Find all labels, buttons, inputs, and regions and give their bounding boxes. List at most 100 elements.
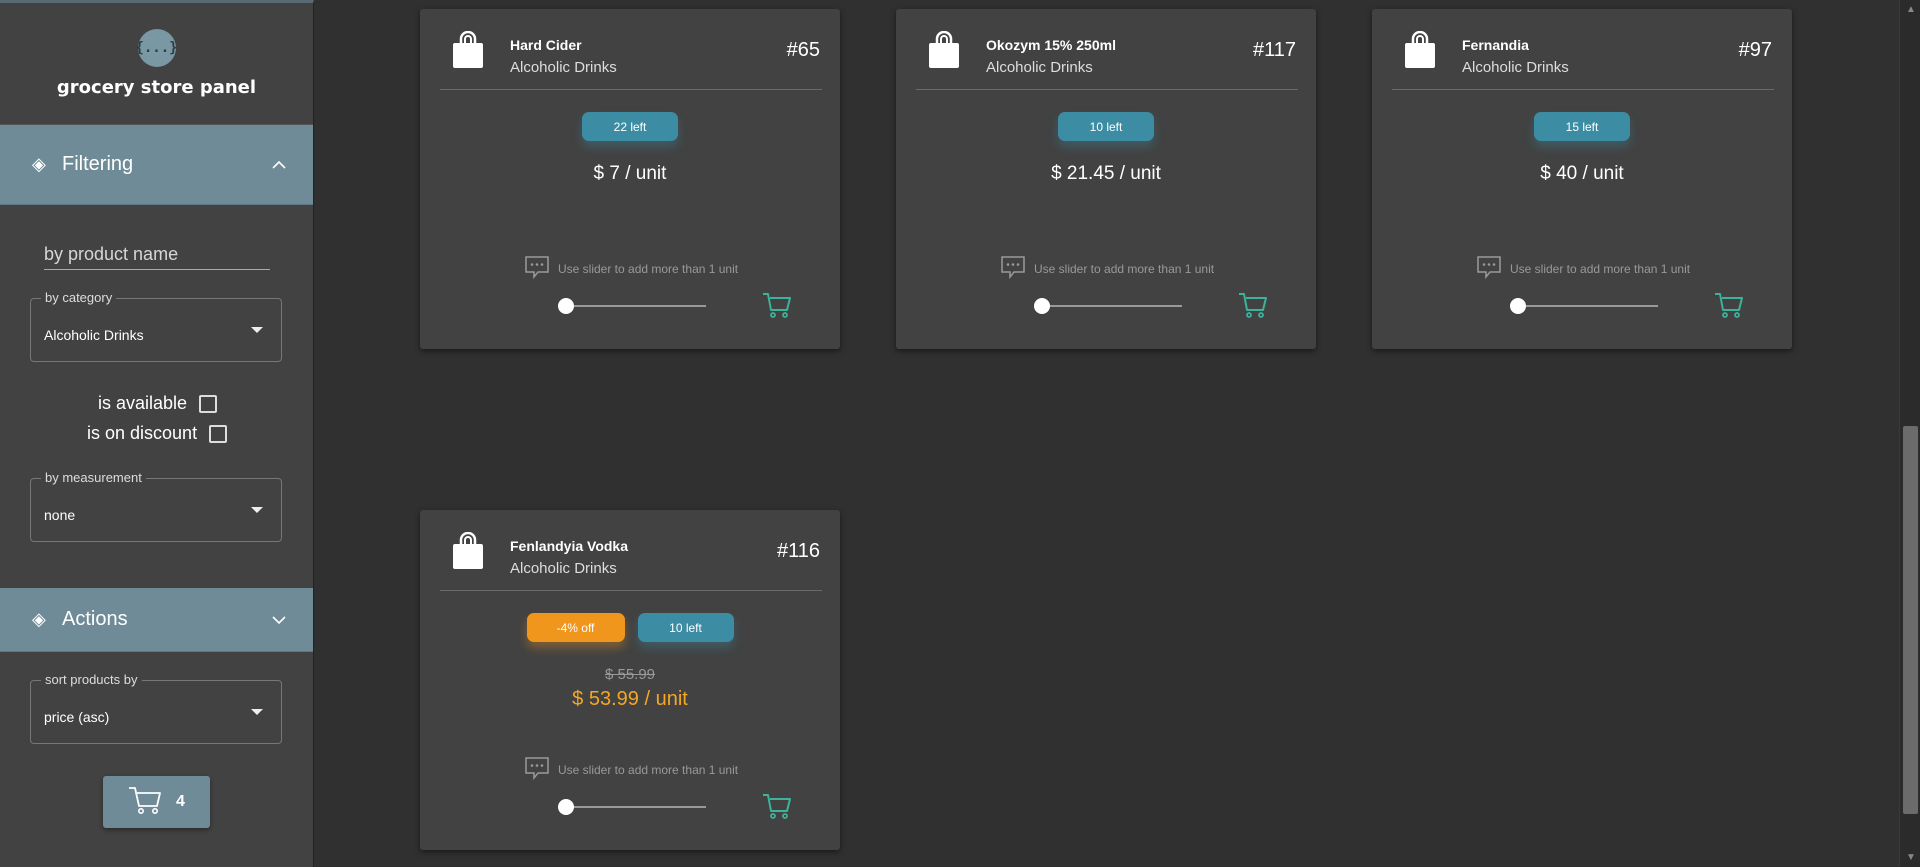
- chevron-down-icon: [269, 612, 289, 628]
- sort-select[interactable]: sort products by price (asc): [30, 672, 282, 744]
- slider-hint-text: Use slider to add more than 1 unit: [558, 261, 739, 276]
- shopping-bag-icon: [452, 531, 484, 575]
- category-select-value: Alcoholic Drinks: [44, 327, 144, 343]
- message-dots-icon: [524, 255, 550, 282]
- stock-badge: 15 left: [1534, 112, 1630, 141]
- slider-thumb[interactable]: [558, 799, 574, 815]
- product-price: $ 21.45 / unit: [1051, 163, 1161, 184]
- scroll-up-icon[interactable]: ▲: [1906, 4, 1916, 15]
- product-id: #65: [786, 39, 820, 61]
- slider-thumb[interactable]: [1034, 298, 1050, 314]
- message-dots-icon: [1476, 255, 1502, 282]
- logo-area: {...} grocery store panel: [0, 3, 313, 125]
- is-on-discount-row: is on discount: [87, 423, 228, 444]
- slider-hint-text: Use slider to add more than 1 unit: [1034, 261, 1215, 276]
- slider-thumb[interactable]: [558, 298, 574, 314]
- quantity-slider[interactable]: [558, 298, 706, 314]
- quantity-slider[interactable]: [558, 799, 706, 815]
- discounted-price: $ 53.99 / unit: [572, 688, 688, 710]
- card-divider: [916, 89, 1298, 90]
- sort-select-legend: sort products by: [41, 672, 142, 687]
- filtering-section-header[interactable]: ◈ Filtering: [0, 125, 313, 205]
- is-on-discount-label: is on discount: [87, 423, 198, 443]
- card-divider: [440, 89, 822, 90]
- message-dots-icon: [524, 756, 550, 783]
- is-on-discount-checkbox[interactable]: [209, 424, 228, 443]
- diamond-icon: ◈: [32, 609, 46, 629]
- stock-badge: 22 left: [582, 112, 678, 141]
- product-name-search-input[interactable]: [44, 240, 270, 270]
- add-to-cart-button[interactable]: [1714, 291, 1744, 324]
- is-available-row: is available: [98, 393, 218, 414]
- slider-hint-text: Use slider to add more than 1 unit: [558, 762, 739, 777]
- measurement-select-legend: by measurement: [41, 470, 146, 485]
- measurement-select-value: none: [44, 507, 76, 523]
- shopping-bag-icon: [452, 30, 484, 74]
- slider-hint: Use slider to add more than 1 unit: [524, 756, 738, 783]
- add-to-cart-button[interactable]: [762, 792, 792, 825]
- scroll-down-icon[interactable]: ▼: [1906, 852, 1916, 863]
- product-id: #117: [1252, 39, 1296, 61]
- message-dots-icon: [1000, 255, 1026, 282]
- badges: 10 left: [896, 112, 1316, 141]
- sidebar: {...} grocery store panel ◈ Filtering by…: [0, 0, 314, 867]
- quantity-slider[interactable]: [1034, 298, 1182, 314]
- product-category: Alcoholic Drinks: [1462, 59, 1569, 76]
- original-price: $ 55.99: [604, 666, 656, 683]
- diamond-icon: ◈: [32, 154, 46, 174]
- caret-down-icon: [251, 327, 263, 333]
- product-name: Okozym 15% 250ml: [986, 37, 1116, 53]
- card-divider: [1392, 89, 1774, 90]
- slider-hint: Use slider to add more than 1 unit: [1000, 255, 1214, 282]
- product-id: #97: [1738, 39, 1772, 61]
- shopping-bag-icon: [1404, 30, 1436, 74]
- add-to-cart-button[interactable]: [1238, 291, 1268, 324]
- actions-section-header[interactable]: ◈ Actions: [0, 588, 313, 652]
- product-price: $ 7 / unit: [593, 163, 667, 184]
- actions-label: Actions: [62, 608, 128, 630]
- product-category: Alcoholic Drinks: [510, 59, 617, 76]
- filtering-label: Filtering: [62, 153, 134, 175]
- shopping-bag-icon: [928, 30, 960, 74]
- category-select-legend: by category: [41, 290, 117, 305]
- quantity-slider[interactable]: [1510, 298, 1658, 314]
- page-scrollbar[interactable]: ▲ ▼: [1899, 0, 1920, 867]
- badges: 15 left: [1372, 112, 1792, 141]
- badges: -4% off 10 left: [420, 613, 840, 642]
- product-name: Fenlandyia Vodka: [510, 538, 628, 554]
- product-card: Fernandia Alcoholic Drinks #97 15 left $…: [1372, 9, 1792, 349]
- cart-icon: [128, 785, 162, 820]
- slider-thumb[interactable]: [1510, 298, 1526, 314]
- product-card: Hard Cider Alcoholic Drinks #65 22 left …: [420, 9, 840, 349]
- product-name: Hard Cider: [510, 37, 582, 53]
- discount-badge: -4% off: [526, 613, 625, 642]
- cart-button[interactable]: 4: [103, 776, 210, 828]
- sort-select-value: price (asc): [44, 709, 110, 725]
- product-card: Okozym 15% 250ml Alcoholic Drinks #117 1…: [896, 9, 1316, 349]
- curly-braces-icon: {...}: [135, 29, 178, 67]
- product-category: Alcoholic Drinks: [986, 59, 1093, 76]
- caret-down-icon: [251, 507, 263, 513]
- product-price: $ 40 / unit: [1540, 163, 1624, 184]
- add-to-cart-button[interactable]: [762, 291, 792, 324]
- scrollbar-thumb[interactable]: [1903, 426, 1918, 814]
- product-name: Fernandia: [1462, 37, 1529, 53]
- stock-badge: 10 left: [1058, 112, 1154, 141]
- slider-hint: Use slider to add more than 1 unit: [1476, 255, 1690, 282]
- caret-down-icon: [251, 709, 263, 715]
- chevron-up-icon: [269, 157, 289, 173]
- product-id: #116: [776, 540, 820, 562]
- category-select[interactable]: by category Alcoholic Drinks: [30, 290, 282, 362]
- badges: 22 left: [420, 112, 840, 141]
- slider-hint-text: Use slider to add more than 1 unit: [1510, 261, 1691, 276]
- is-available-label: is available: [98, 393, 188, 413]
- product-card: Fenlandyia Vodka Alcoholic Drinks #116 -…: [420, 510, 840, 850]
- cart-count: 4: [176, 793, 185, 810]
- card-divider: [440, 590, 822, 591]
- product-category: Alcoholic Drinks: [510, 560, 617, 577]
- app-title: grocery store panel: [56, 77, 257, 98]
- slider-hint: Use slider to add more than 1 unit: [524, 255, 738, 282]
- is-available-checkbox[interactable]: [199, 394, 218, 413]
- measurement-select[interactable]: by measurement none: [30, 470, 282, 542]
- stock-badge: 10 left: [637, 613, 734, 642]
